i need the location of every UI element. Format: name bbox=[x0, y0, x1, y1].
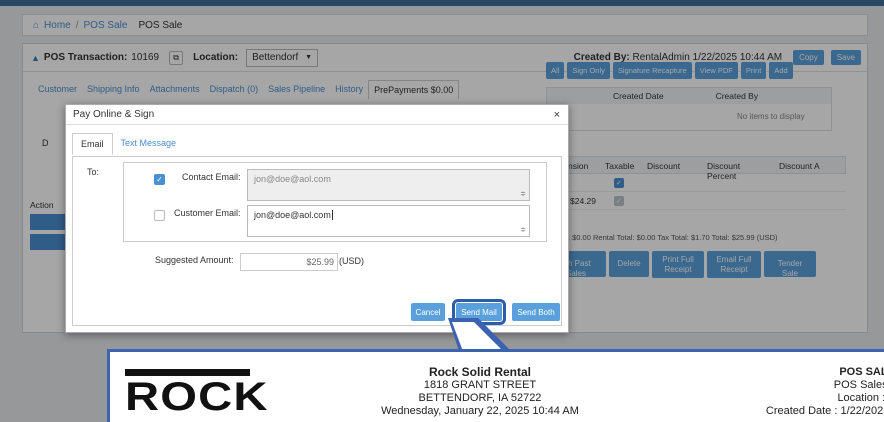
rock-logo: ROCK bbox=[125, 369, 268, 419]
receipt-date: Wednesday, January 22, 2025 10:44 AM bbox=[381, 405, 579, 417]
sale-location: Location : Betten bbox=[837, 392, 884, 404]
sale-title: POS SALE - OF bbox=[839, 366, 884, 378]
receipt-preview: ROCK Rock Solid Rental 1818 GRANT STREET… bbox=[107, 349, 884, 422]
sale-info: POS SALE - OF POS Sales ID: 10 Location … bbox=[720, 366, 884, 418]
company-street: 1818 GRANT STREET bbox=[423, 379, 537, 391]
company-city: BETTENDORF, IA 52722 bbox=[418, 392, 542, 404]
sale-id: POS Sales ID: 10 bbox=[833, 379, 884, 391]
company-info: Rock Solid Rental 1818 GRANT STREET BETT… bbox=[360, 366, 600, 418]
company-name: Rock Solid Rental bbox=[428, 365, 532, 379]
sale-created-date: Created Date : 1/22/2025 10:44 bbox=[765, 405, 884, 417]
logo-text: ROCK bbox=[125, 375, 269, 419]
